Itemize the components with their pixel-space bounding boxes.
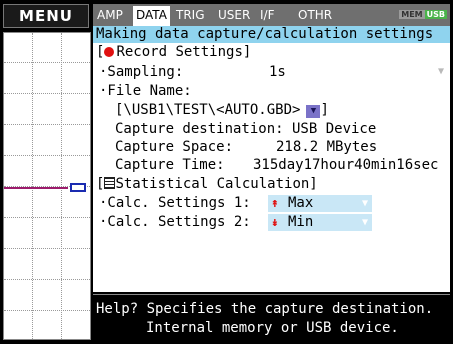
tab-amp[interactable]: AMP [97,4,123,26]
calc1-label: ·Calc. Settings 1: [99,195,251,211]
tab-user[interactable]: USER [218,4,250,26]
capture-time-label: Capture Time: [115,157,225,173]
bracket: [ [96,44,105,60]
grid-line [4,279,90,280]
tab-bar: AMP DATA TRIG USER I/F OTHR MEM USB [93,4,450,26]
tab-othr[interactable]: OTHR [298,4,332,26]
calc2-value: Min [288,214,314,230]
grid-line [4,310,90,311]
sampling-select[interactable]: 1s ▼ [261,64,448,80]
grid-line [4,155,90,156]
dropdown-arrow-icon[interactable]: ▼ [306,105,321,118]
filename-path: [\USB1\TEST\<AUTO.GBD> [115,102,301,118]
page-title: Making data capture/calculation settings [93,26,450,43]
grid-line [4,124,90,125]
settings-panel: Making data capture/calculation settings… [93,26,450,292]
usb-badge: USB [424,10,447,19]
calc2-select[interactable]: ↡ Min ▼ [268,214,372,231]
storage-status-badge: MEM USB [399,8,447,21]
dropdown-arrow-icon: ▼ [361,198,368,209]
tab-if[interactable]: I/F [260,4,274,26]
help-line-1: Help? Specifies the capture destination. [96,301,434,317]
dropdown-arrow-icon: ▼ [361,217,368,228]
bracket: ] [320,102,329,118]
grid-line [4,217,90,218]
capture-time-value: 315day17hour40min16sec [253,157,439,173]
stat-section-heading: [ Statistical Calculation] [96,176,318,193]
tab-data[interactable]: DATA [133,6,170,26]
capture-space-label: Capture Space: [115,139,234,155]
calculator-icon [104,177,116,189]
capture-space-value: 218.2 MBytes [276,139,378,155]
logger-screen: MENU AMP DATA TRIG USER I/F OTHR MEM USB … [0,0,453,344]
filename-label: ·File Name: [99,83,192,99]
calc1-select[interactable]: ↟ Max ▼ [268,195,372,212]
calc2-label: ·Calc. Settings 2: [99,214,251,230]
grid-line [4,62,90,63]
sampling-value: 1s [269,64,286,80]
tab-trig[interactable]: TRIG [176,4,205,26]
grid-line [4,248,90,249]
max-arrow-icon: ↟ [271,196,279,211]
dropdown-arrow-icon: ▼ [437,66,444,77]
capture-destination: Capture destination: USB Device [115,121,377,137]
grid-line [4,93,90,94]
sampling-label: ·Sampling: [99,64,184,80]
help-bar: Help? Specifies the capture destination.… [93,294,450,342]
cursor-marker-icon[interactable] [70,183,86,192]
filename-field[interactable]: [\USB1\TEST\<AUTO.GBD> ▼] [115,102,329,119]
record-section-heading: [ Record Settings] [96,44,251,61]
waveform-graph [3,32,91,340]
record-section-label: Record Settings] [116,44,252,60]
help-line-2: Internal memory or USB device. [146,320,399,336]
stat-section-label: Statistical Calculation] [115,176,318,192]
mem-badge: MEM [399,10,425,19]
calc1-value: Max [288,195,314,211]
record-dot-icon [104,47,115,57]
bracket: [ [96,176,105,192]
min-arrow-icon: ↡ [271,215,279,230]
menu-button[interactable]: MENU [3,4,89,28]
signal-trace [4,187,68,189]
